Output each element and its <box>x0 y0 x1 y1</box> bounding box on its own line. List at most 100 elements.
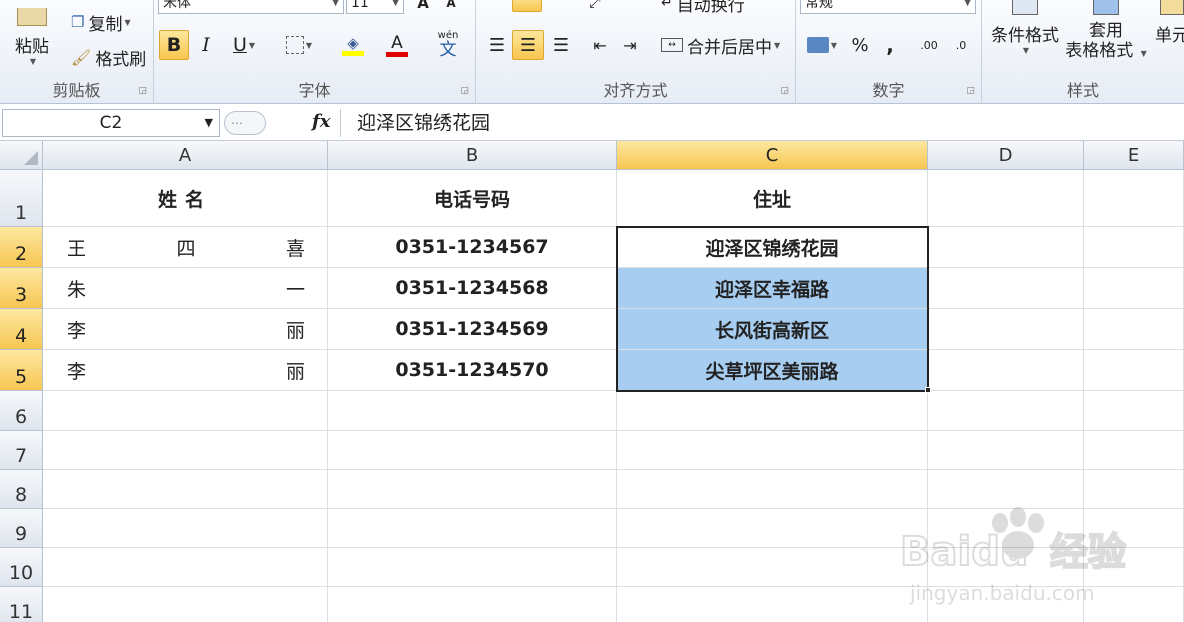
bold-button[interactable]: B <box>159 30 189 60</box>
align-left-button[interactable]: ☰ <box>482 30 512 60</box>
cell-c10[interactable] <box>617 548 928 587</box>
row-header-8[interactable]: 8 <box>0 470 43 509</box>
cell-a7[interactable] <box>43 431 328 470</box>
column-header-c[interactable]: C <box>617 141 928 170</box>
cell-c3[interactable]: 迎泽区幸福路 <box>617 268 928 309</box>
cell-a5[interactable]: 李 丽 <box>43 350 328 391</box>
formula-expand-handle[interactable]: ⋯ <box>224 111 266 135</box>
increase-decimal-button[interactable]: .00 <box>914 30 944 60</box>
cell-c6[interactable] <box>617 391 928 431</box>
italic-button[interactable]: I <box>192 30 220 60</box>
wrap-text-button[interactable]: ↵ 自动换行 <box>656 0 750 16</box>
decrease-decimal-button[interactable]: .0 <box>946 30 976 60</box>
cell-e7[interactable] <box>1084 431 1184 470</box>
grow-font-button[interactable]: A <box>410 0 436 12</box>
dialog-launcher-icon[interactable]: ◲ <box>966 86 975 96</box>
cell-d5[interactable] <box>928 350 1084 391</box>
cell-e2[interactable] <box>1084 227 1184 268</box>
cell-a10[interactable] <box>43 548 328 587</box>
cell-a3[interactable]: 朱 一 <box>43 268 328 309</box>
dialog-launcher-icon[interactable]: ◲ <box>138 86 147 96</box>
format-as-table-button[interactable]: 套用 表格格式 ▼ <box>1062 0 1150 70</box>
cell-c1[interactable]: 住址 <box>617 170 928 227</box>
cell-d6[interactable] <box>928 391 1084 431</box>
column-header-e[interactable]: E <box>1084 141 1184 170</box>
cell-a4[interactable]: 李 丽 <box>43 309 328 350</box>
font-name-select[interactable]: 宋体 ▼ <box>158 0 344 14</box>
cell-b1[interactable]: 电话号码 <box>328 170 617 227</box>
cell-a9[interactable] <box>43 509 328 548</box>
column-header-a[interactable]: A <box>43 141 328 170</box>
row-header-9[interactable]: 9 <box>0 509 43 548</box>
cell-b10[interactable] <box>328 548 617 587</box>
cell-b4[interactable]: 0351-1234569 <box>328 309 617 350</box>
cell-b6[interactable] <box>328 391 617 431</box>
cell-styles-button[interactable]: 单元 <box>1152 0 1184 66</box>
name-box[interactable]: C2 ▼ <box>2 109 220 137</box>
cell-e1[interactable] <box>1084 170 1184 227</box>
cell-d4[interactable] <box>928 309 1084 350</box>
cell-b9[interactable] <box>328 509 617 548</box>
orientation-button[interactable]: ⤢ <box>580 0 610 12</box>
row-header-11[interactable]: 11 <box>0 587 43 622</box>
cell-e4[interactable] <box>1084 309 1184 350</box>
cell-a1[interactable]: 姓名 <box>43 170 328 227</box>
top-align-button[interactable] <box>512 0 542 12</box>
align-right-button[interactable]: ☰ <box>546 30 576 60</box>
cell-b7[interactable] <box>328 431 617 470</box>
percent-button[interactable]: % <box>846 30 874 60</box>
format-painter-button[interactable]: 🖌 格式刷 <box>66 43 151 71</box>
row-header-4[interactable]: 4 <box>0 309 43 350</box>
cell-e5[interactable] <box>1084 350 1184 391</box>
cell-b3[interactable]: 0351-1234568 <box>328 268 617 309</box>
cell-c9[interactable] <box>617 509 928 548</box>
column-header-b[interactable]: B <box>328 141 617 170</box>
formula-input[interactable]: 迎泽区锦绣花园 <box>340 109 1184 137</box>
underline-button[interactable]: U ▼ <box>224 30 264 60</box>
shrink-font-button[interactable]: A <box>438 0 464 12</box>
increase-indent-button[interactable]: ⇥ <box>616 30 644 60</box>
border-button[interactable]: ▼ <box>278 30 320 60</box>
select-all-corner[interactable] <box>0 141 43 170</box>
row-header-5[interactable]: 5 <box>0 350 43 391</box>
middle-align-button[interactable] <box>544 0 574 12</box>
cell-a6[interactable] <box>43 391 328 431</box>
cell-b8[interactable] <box>328 470 617 509</box>
row-header-3[interactable]: 3 <box>0 268 43 309</box>
cell-b11[interactable] <box>328 587 617 622</box>
phonetic-button[interactable]: wén 文 <box>426 30 470 60</box>
row-header-2[interactable]: 2 <box>0 227 43 268</box>
decrease-indent-button[interactable]: ⇤ <box>586 30 614 60</box>
accounting-format-button[interactable]: ▼ <box>802 30 842 60</box>
dialog-launcher-icon[interactable]: ◲ <box>780 86 789 96</box>
row-header-7[interactable]: 7 <box>0 431 43 470</box>
dialog-launcher-icon[interactable]: ◲ <box>460 86 469 96</box>
insert-function-button[interactable]: fx <box>312 111 330 132</box>
font-color-button[interactable]: A <box>376 30 418 60</box>
cell-e3[interactable] <box>1084 268 1184 309</box>
cell-c5[interactable]: 尖草坪区美丽路 <box>617 350 928 391</box>
comma-button[interactable]: , <box>876 30 904 60</box>
fill-handle[interactable] <box>925 387 931 393</box>
cell-c4[interactable]: 长风街高新区 <box>617 309 928 350</box>
cell-c11[interactable] <box>617 587 928 622</box>
cell-a8[interactable] <box>43 470 328 509</box>
cell-a11[interactable] <box>43 587 328 622</box>
conditional-format-button[interactable]: 条件格式 ▼ <box>986 0 1064 66</box>
cell-b5[interactable]: 0351-1234570 <box>328 350 617 391</box>
cell-d2[interactable] <box>928 227 1084 268</box>
cell-d3[interactable] <box>928 268 1084 309</box>
cell-d7[interactable] <box>928 431 1084 470</box>
copy-button[interactable]: ❐ 复制 ▼ <box>66 9 136 35</box>
row-header-1[interactable]: 1 <box>0 170 43 227</box>
cell-a2[interactable]: 王 四 喜 <box>43 227 328 268</box>
column-header-d[interactable]: D <box>928 141 1084 170</box>
align-center-button[interactable]: ☰ <box>512 30 544 60</box>
row-header-10[interactable]: 10 <box>0 548 43 587</box>
merge-center-button[interactable]: ↔ 合并后居中 ▼ <box>656 30 785 60</box>
number-format-select[interactable]: 常规 ▼ <box>800 0 976 14</box>
cell-c2[interactable]: 迎泽区锦绣花园 <box>617 227 928 268</box>
row-header-6[interactable]: 6 <box>0 391 43 431</box>
cell-c8[interactable] <box>617 470 928 509</box>
cell-d1[interactable] <box>928 170 1084 227</box>
